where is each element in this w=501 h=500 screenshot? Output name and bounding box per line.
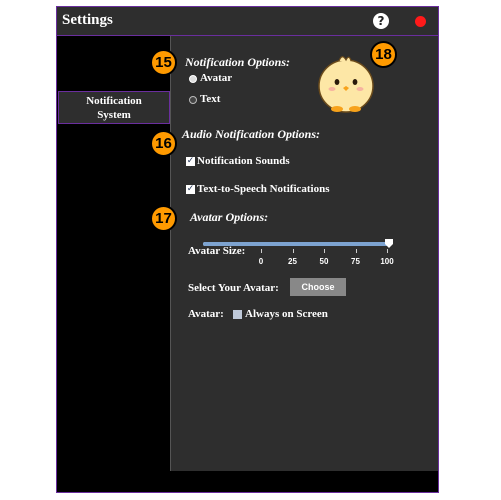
- avatar-size-slider[interactable]: [203, 239, 393, 248]
- sidebar-item-notification-system[interactable]: Notification System: [58, 91, 170, 124]
- avatar-size-label: Avatar Size:: [188, 245, 246, 257]
- callout-badge: 18: [370, 41, 397, 68]
- tts-checkbox[interactable]: ✓: [186, 185, 195, 194]
- text-radio-label: Text: [200, 93, 221, 105]
- window-title: Settings: [62, 12, 113, 28]
- text-radio[interactable]: [189, 96, 197, 104]
- choose-avatar-button[interactable]: Choose: [290, 278, 346, 296]
- avatar-radio-label: Avatar: [200, 72, 233, 84]
- callout-badge: 17: [150, 205, 177, 232]
- slider-tick: [355, 249, 357, 253]
- slider-tick-label: 0: [258, 257, 264, 266]
- sidebar-item-label-line1: Notification: [86, 95, 142, 107]
- audio-options-heading: Audio Notification Options:: [182, 127, 321, 141]
- close-dot-icon[interactable]: [415, 16, 426, 27]
- always-on-screen-label: Always on Screen: [245, 308, 328, 320]
- help-icon[interactable]: ?: [373, 13, 389, 29]
- settings-window: Settings ? Notification System: [56, 6, 439, 493]
- avatar-size-slider-fill: [203, 242, 389, 246]
- notification-sounds-checkbox[interactable]: ✓: [186, 157, 195, 166]
- callout-badge: 16: [150, 130, 177, 157]
- notification-options-heading: Notification Options:: [185, 55, 291, 69]
- notification-sounds-label: Notification Sounds: [197, 155, 290, 167]
- always-on-screen-checkbox[interactable]: [233, 310, 242, 319]
- slider-tick-label: 75: [351, 257, 360, 266]
- slider-tick: [292, 249, 294, 253]
- slider-tick: [324, 249, 325, 253]
- slider-tick: [387, 249, 388, 253]
- avatar-radio[interactable]: [189, 75, 197, 83]
- tts-label: Text-to-Speech Notifications: [197, 183, 330, 195]
- slider-tick-label: 25: [288, 257, 297, 266]
- chick-avatar-icon: [318, 56, 374, 113]
- avatar-options-heading: Avatar Options:: [190, 210, 269, 224]
- slider-tick-label: 50: [319, 257, 329, 266]
- sidebar-item-label-line2: System: [97, 109, 131, 121]
- always-on-screen-prefix: Avatar:: [188, 308, 224, 320]
- select-avatar-label: Select Your Avatar:: [188, 282, 279, 294]
- callout-badge: 15: [150, 49, 177, 76]
- slider-tick: [261, 249, 262, 253]
- slider-tick-label: 100: [380, 257, 394, 266]
- title-bar: Settings ?: [57, 7, 438, 36]
